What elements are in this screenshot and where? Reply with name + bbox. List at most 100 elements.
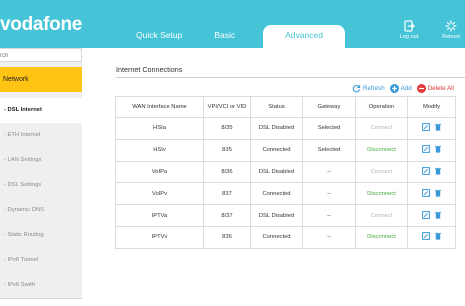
edit-icon[interactable]	[421, 232, 430, 241]
add-button[interactable]: Add	[389, 83, 412, 93]
main-content: Internet Connections Refresh Add Delete …	[82, 48, 465, 306]
operation-link[interactable]: Disconnect	[367, 191, 396, 197]
cell-status: Connected	[250, 225, 303, 249]
sidebar-item-eth-internet[interactable]: - ETH Internet	[0, 123, 82, 148]
reboot-label: Reboot	[442, 34, 460, 40]
sidebar-item-dynamic-dns[interactable]: - Dynamic DNS	[0, 198, 82, 223]
trash-icon[interactable]	[434, 232, 442, 240]
router-admin-page: vodafone Quick Setup Basic Advanced Log …	[0, 0, 465, 306]
table-header-row: WAN Interface Name VPI/VCI or VID Status…	[115, 96, 456, 118]
sidebar-item-dsl-settings[interactable]: - DSL Settings	[0, 173, 82, 198]
cell-modify	[407, 182, 456, 206]
operation-link[interactable]: Connect	[371, 213, 393, 219]
search-input[interactable]	[0, 48, 82, 62]
cell-status: Connected	[250, 182, 303, 206]
table-row: VoIPa 8/36 DSL Disabled -- Connect	[115, 160, 456, 184]
tab-basic[interactable]: Basic	[198, 25, 251, 48]
cell-modify	[407, 225, 456, 249]
sidebar-item-dsl-internet[interactable]: - DSL Internet	[0, 98, 82, 123]
table-actions: Refresh Add Delete All	[352, 82, 459, 94]
sidebar-item-static-routing[interactable]: - Static Routing	[0, 223, 82, 248]
minus-icon	[416, 83, 426, 93]
sidebar-bottom-panel	[0, 298, 82, 306]
operation-link[interactable]: Connect	[371, 169, 393, 175]
reboot-button[interactable]: Reboot	[437, 19, 465, 40]
sidebar-item-ipv6-tunnel[interactable]: - IPv6 Tunnel	[0, 248, 82, 273]
edit-icon[interactable]	[421, 188, 430, 197]
cell-modify	[407, 117, 456, 140]
col-header-status: Status	[250, 96, 303, 118]
logout-label: Log out	[399, 34, 419, 40]
delete-all-button[interactable]: Delete All	[416, 83, 454, 93]
trash-icon[interactable]	[434, 167, 442, 175]
add-icon	[389, 83, 399, 93]
cell-vpi: 837	[203, 182, 251, 206]
cell-operation: Connect	[355, 204, 408, 227]
cell-modify	[407, 138, 456, 162]
cell-gateway: --	[302, 204, 356, 227]
operation-link[interactable]: Connect	[371, 125, 393, 131]
cell-status: DSL Disabled	[250, 204, 303, 227]
trash-icon[interactable]	[434, 145, 442, 153]
reboot-icon	[437, 19, 465, 32]
operation-link[interactable]: Disconnect	[367, 147, 396, 153]
refresh-label: Refresh	[363, 84, 385, 92]
cell-vpi: 8/36	[203, 160, 251, 184]
table-row: IPTVv 836 Connected -- Disconnect	[115, 225, 456, 249]
col-header-operation: Operation	[355, 96, 408, 118]
title-divider	[116, 77, 465, 78]
add-label: Add	[400, 84, 412, 92]
col-header-modify: Modify	[407, 96, 456, 118]
trash-icon[interactable]	[434, 211, 442, 219]
table-row: HSIa 8/35 DSL Disabled Selected Connect	[115, 117, 456, 140]
page-title: Internet Connections	[116, 65, 183, 74]
edit-icon[interactable]	[421, 167, 430, 175]
cell-wan-name: IPTVv	[115, 225, 204, 249]
sidebar-item-ipv6-swith[interactable]: - IPv6 Swith	[0, 273, 82, 298]
tab-quick-setup[interactable]: Quick Setup	[120, 25, 198, 48]
cell-operation: Disconnect	[355, 225, 408, 249]
table-body: HSIa 8/35 DSL Disabled Selected Connect HSIv 8…	[115, 117, 456, 249]
cell-status: DSL Disabled	[250, 117, 303, 140]
refresh-button[interactable]: Refresh	[352, 84, 385, 93]
cell-modify	[407, 204, 456, 227]
top-header: vodafone Quick Setup Basic Advanced Log …	[0, 0, 465, 48]
cell-operation: Disconnect	[355, 182, 408, 206]
table-row: HSIv 835 Connected Selected Disconnect	[115, 138, 456, 162]
trash-icon[interactable]	[434, 189, 442, 197]
sidebar-section-network[interactable]: Network	[0, 67, 82, 92]
cell-operation: Connect	[355, 117, 408, 140]
cell-wan-name: HSIa	[115, 117, 204, 140]
edit-icon[interactable]	[421, 123, 430, 132]
cell-status: DSL Disabled	[250, 160, 303, 184]
delete-all-label: Delete All	[427, 84, 454, 92]
cell-gateway: --	[302, 182, 356, 206]
cell-vpi: 8/37	[203, 204, 251, 227]
col-header-gateway: Gateway	[302, 96, 356, 118]
cell-operation: Connect	[355, 160, 408, 184]
logout-button[interactable]: Log out	[395, 19, 423, 40]
cell-gateway: --	[302, 160, 356, 184]
refresh-icon	[352, 84, 361, 93]
cell-status: Connected	[250, 138, 303, 162]
cell-vpi: 836	[203, 225, 251, 249]
brand-logo: vodafone	[0, 14, 83, 35]
table-row: VoIPv 837 Connected -- Disconnect	[115, 182, 456, 206]
cell-operation: Disconnect	[355, 138, 408, 162]
edit-icon[interactable]	[421, 210, 430, 219]
sidebar: Network - DSL Internet - ETH Internet - …	[0, 48, 82, 306]
cell-vpi: 835	[203, 138, 251, 162]
trash-icon[interactable]	[434, 123, 442, 131]
operation-link[interactable]: Disconnect	[367, 234, 396, 240]
cell-wan-name: IPTVa	[115, 204, 204, 227]
cell-wan-name: VoIPv	[115, 182, 204, 206]
sidebar-item-lan-settings[interactable]: - LAN Settings	[0, 148, 82, 173]
logout-icon	[395, 19, 423, 32]
col-header-vpi: VPI/VCI or VID	[203, 96, 251, 118]
tab-advanced[interactable]: Advanced	[263, 25, 345, 48]
col-header-wan-name: WAN Interface Name	[115, 96, 204, 118]
edit-icon[interactable]	[421, 145, 430, 154]
cell-vpi: 8/35	[203, 117, 251, 140]
connections-table: WAN Interface Name VPI/VCI or VID Status…	[115, 96, 456, 249]
cell-gateway: --	[302, 225, 356, 249]
